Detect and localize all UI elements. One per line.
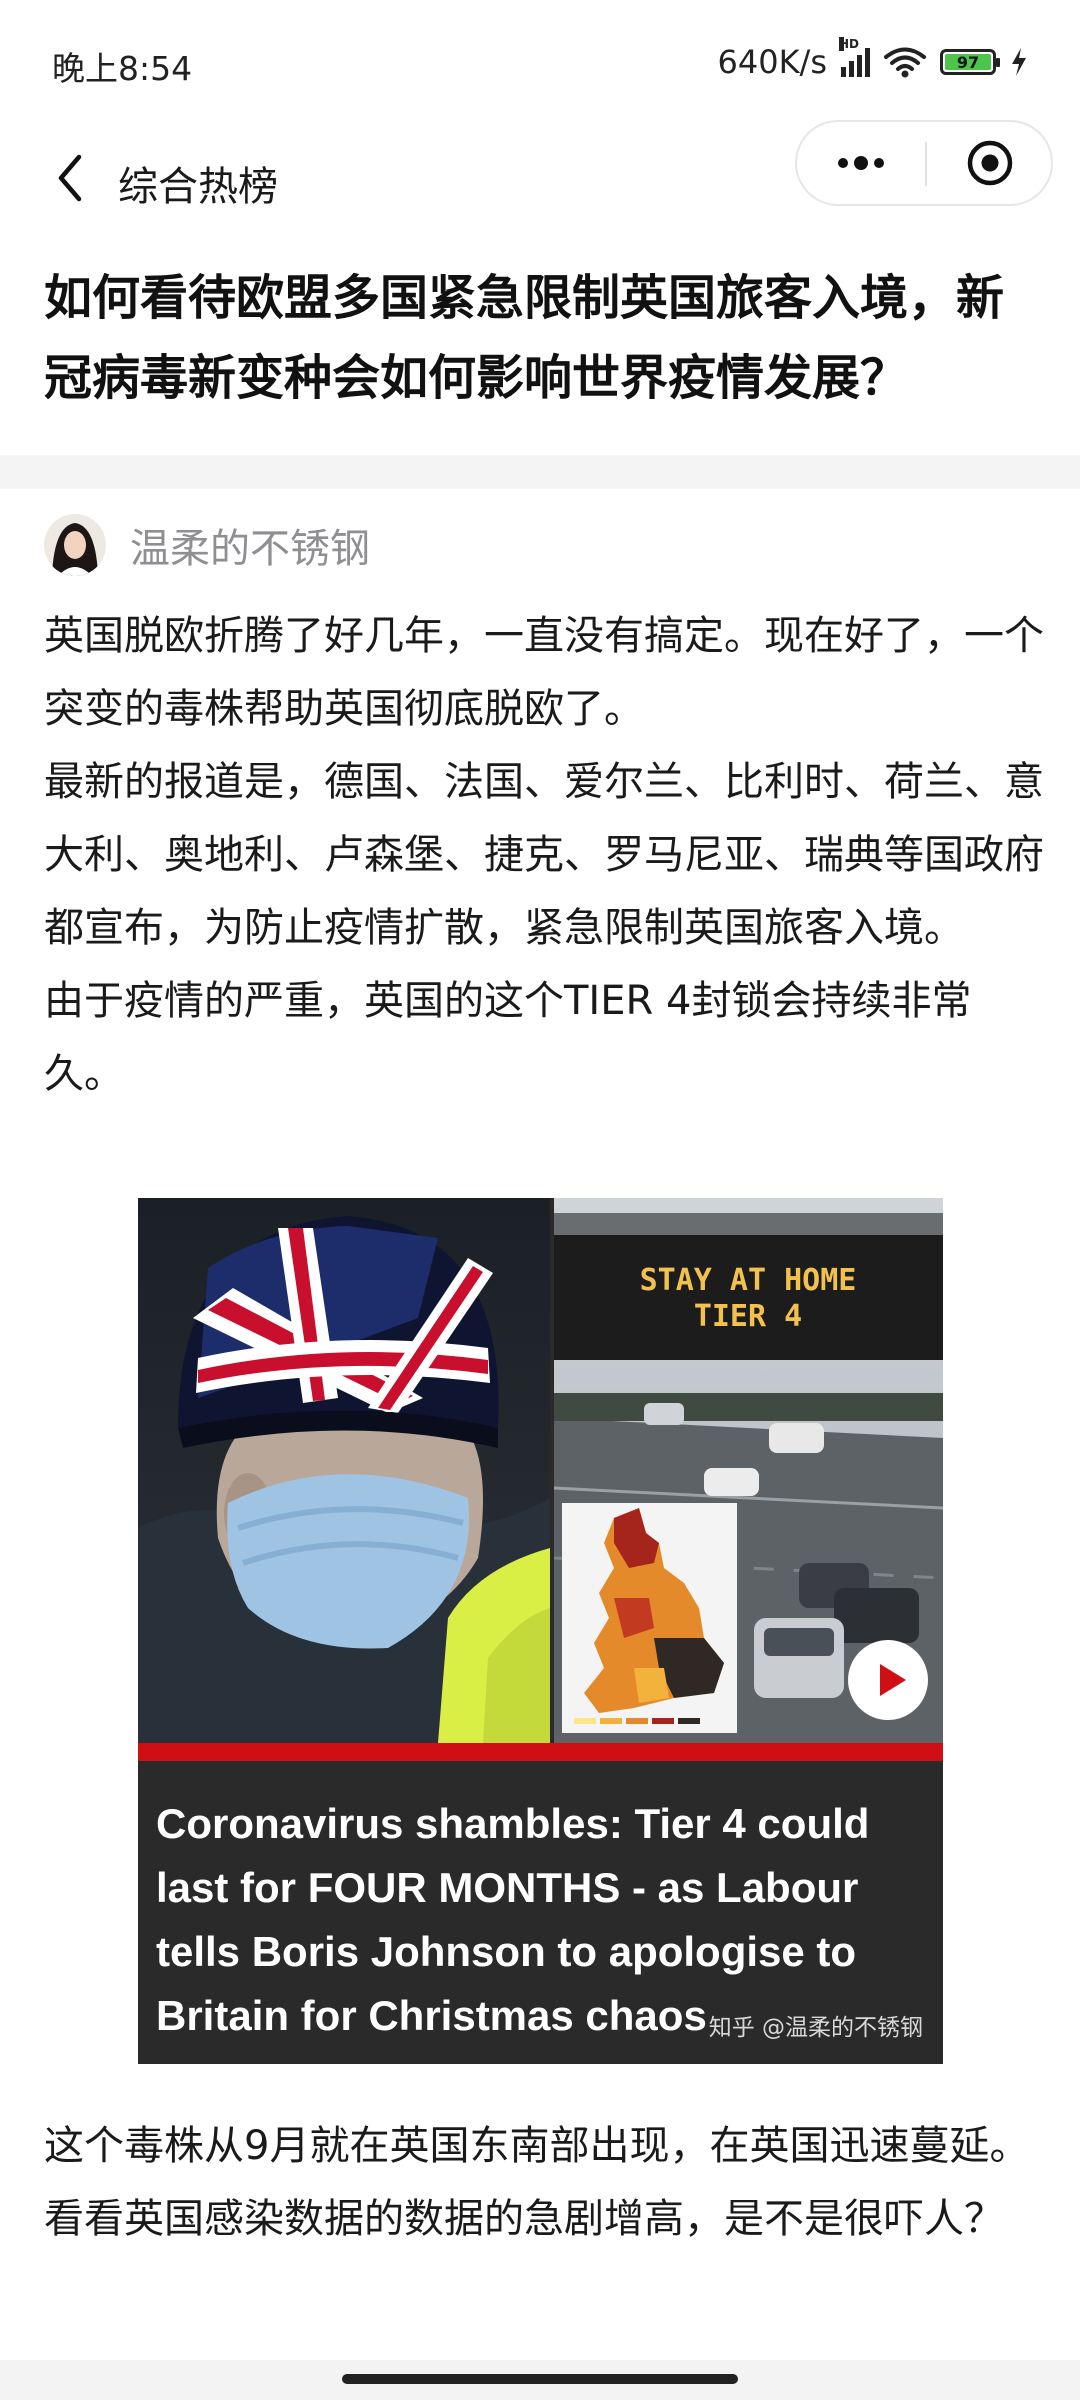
play-icon [848,1640,928,1720]
question-title[interactable]: 如何看待欧盟多国紧急限制英国旅客入境，新冠病毒新变种会如何影响世界疫情发展？ [44,258,1044,418]
answer-paragraph-2: 这个毒株从9月就在英国东南部出现，在英国迅速蔓延。看看英国感染数据的数据的急剧增… [44,2110,1044,2256]
battery-level: 97 [945,53,991,72]
close-target-icon [967,140,1013,186]
back-arrow-icon [58,154,82,202]
mini-program-capsule [795,120,1053,206]
charging-icon [1012,48,1026,76]
close-button[interactable] [927,122,1053,204]
gesture-bar [0,2360,1080,2400]
more-dots-icon [838,158,848,168]
more-button[interactable] [797,122,925,204]
paragraph-text: 英国脱欧折腾了好几年，一直没有搞定。现在好了，一个突变的毒株帮助英国彻底脱欧了。… [44,613,1044,1097]
headline-red-strip [138,1743,943,1761]
image-watermark: 知乎 @温柔的不锈钢 [708,2015,923,2041]
sign-line-2: TIER 4 [694,1299,802,1334]
hd-label: HD [839,37,860,51]
author-name[interactable]: 温柔的不锈钢 [130,516,370,574]
news-image[interactable]: STAY AT HOME TIER 4 Coronavirus shambles… [138,1198,943,2064]
network-speed: 640K/s [717,43,827,81]
home-indicator[interactable] [342,2374,738,2384]
wifi-icon [884,47,926,78]
paragraph-text: 这个毒株从9月就在英国东南部出现，在英国迅速蔓延。看看英国感染数据的数据的急剧增… [44,2123,1030,2242]
status-indicators: 640K/s HD 97 [717,37,1028,86]
author-row[interactable]: 温柔的不锈钢 [44,512,370,578]
masked-man-photo [138,1198,550,1743]
battery-icon: 97 [940,49,1000,75]
section-divider [0,455,1080,489]
status-time: 晚上8:54 [52,49,193,88]
nav-title: 综合热榜 [118,164,278,210]
answer-paragraph-1: 英国脱欧折腾了好几年，一直没有搞定。现在好了，一个突变的毒株帮助英国彻底脱欧了。… [44,600,1044,1111]
play-button[interactable] [846,1638,930,1726]
avatar[interactable] [44,514,106,576]
sign-line-1: STAY AT HOME [640,1263,857,1298]
signal-icon: HD [839,37,870,77]
status-bar: 晚上8:54 640K/s HD 97 [0,0,1080,120]
back-button[interactable] [40,138,100,218]
nav-bar: 综合热榜 [0,120,1080,240]
